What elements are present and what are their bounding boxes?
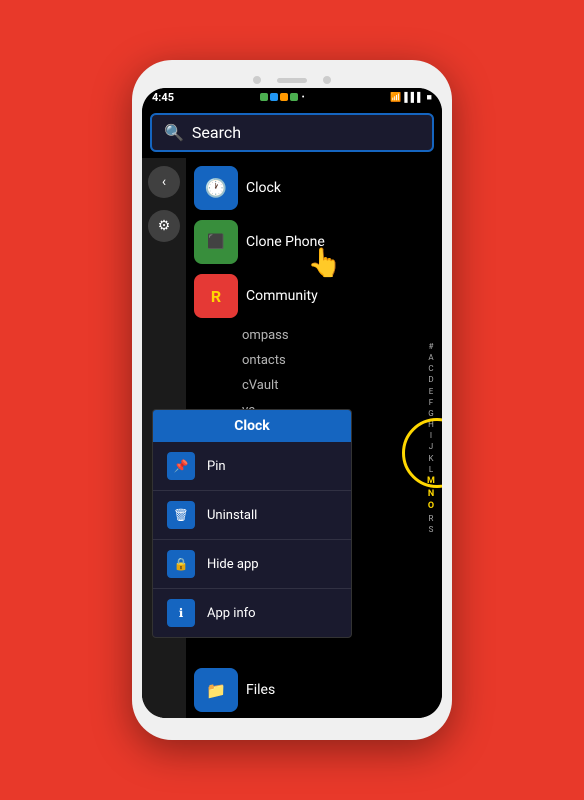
hide-icon-symbol: 🔒 bbox=[174, 557, 189, 571]
context-menu: Clock 📌 Pin 🗑 Uninstall 🔒 bbox=[152, 409, 352, 638]
partial-app-3: cVault bbox=[242, 378, 278, 393]
alpha-l[interactable]: L bbox=[429, 464, 433, 475]
search-input-box[interactable]: 🔍 Search bbox=[150, 113, 434, 152]
alpha-j[interactable]: J bbox=[429, 441, 433, 452]
status-icons: • bbox=[260, 93, 305, 103]
context-menu-item-appinfo[interactable]: ℹ App info bbox=[153, 589, 351, 637]
community-icon-symbol: R bbox=[211, 287, 221, 306]
status-dot-label: • bbox=[302, 93, 305, 103]
list-item: cVault bbox=[190, 374, 438, 397]
alpha-n[interactable]: N bbox=[428, 488, 434, 501]
clone-app-name: Clone Phone bbox=[246, 234, 325, 250]
alpha-g[interactable]: G bbox=[428, 408, 433, 419]
pin-icon-symbol: 📌 bbox=[174, 459, 189, 473]
files-app-name: Files bbox=[246, 682, 275, 698]
clock-app-icon: 🕐 bbox=[194, 166, 238, 210]
uninstall-label: Uninstall bbox=[207, 508, 257, 523]
alpha-r[interactable]: R bbox=[429, 513, 434, 524]
app-list-area: ‹ ⚙ 🕐 Clock ⬛ bbox=[142, 158, 442, 718]
list-item: ontacts bbox=[190, 349, 438, 372]
phone-container: 4:45 • 📶 ▌▌▌ ■ 🔍 Search bbox=[132, 60, 452, 740]
phone-top-bar bbox=[142, 70, 442, 88]
app-info-icon-symbol: ℹ bbox=[179, 606, 184, 620]
clone-app-icon: ⬛ bbox=[194, 220, 238, 264]
context-menu-item-pin[interactable]: 📌 Pin bbox=[153, 442, 351, 491]
status-icon-1 bbox=[260, 93, 268, 101]
back-button[interactable]: ‹ bbox=[148, 166, 180, 198]
app-info-icon: ℹ bbox=[167, 599, 195, 627]
alpha-hash[interactable]: # bbox=[429, 341, 434, 352]
alpha-m[interactable]: M bbox=[427, 475, 435, 488]
status-time: 4:45 bbox=[152, 91, 174, 104]
search-bar[interactable]: 🔍 Search bbox=[142, 107, 442, 158]
pin-label: Pin bbox=[207, 459, 226, 474]
status-icon-3 bbox=[280, 93, 288, 101]
clock-app-name: Clock bbox=[246, 180, 281, 196]
search-icon: 🔍 bbox=[164, 123, 184, 142]
clone-icon-symbol: ⬛ bbox=[207, 234, 224, 250]
context-menu-title: Clock bbox=[153, 410, 351, 442]
uninstall-icon-symbol: 🗑 bbox=[173, 508, 188, 522]
status-battery: ■ bbox=[427, 92, 432, 103]
phone-speaker bbox=[277, 78, 307, 83]
list-item[interactable]: R Community bbox=[190, 270, 438, 322]
status-icon-4 bbox=[290, 93, 298, 101]
phone-camera-right bbox=[323, 76, 331, 84]
phone-camera bbox=[253, 76, 261, 84]
files-app-icon: 📁 bbox=[194, 668, 238, 712]
alpha-e[interactable]: E bbox=[429, 386, 434, 397]
back-icon: ‹ bbox=[162, 174, 166, 190]
list-item: ompass bbox=[190, 324, 438, 347]
search-text: Search bbox=[192, 123, 241, 142]
app-info-label: App info bbox=[207, 606, 256, 621]
list-item[interactable]: 🕐 Clock bbox=[190, 162, 438, 214]
clock-icon-symbol: 🕐 bbox=[205, 178, 227, 199]
context-menu-item-hide[interactable]: 🔒 Hide app bbox=[153, 540, 351, 589]
list-item[interactable]: ⬛ Clone Phone bbox=[190, 216, 438, 268]
alphabet-bar[interactable]: # A C D E F G H I J K L M N O R S bbox=[422, 158, 440, 718]
alpha-i[interactable]: I bbox=[430, 430, 432, 441]
alpha-o[interactable]: O bbox=[428, 500, 434, 513]
alpha-h[interactable]: H bbox=[428, 419, 434, 430]
context-menu-item-uninstall[interactable]: 🗑 Uninstall bbox=[153, 491, 351, 540]
status-bar: 4:45 • 📶 ▌▌▌ ■ bbox=[142, 88, 442, 107]
pin-icon: 📌 bbox=[167, 452, 195, 480]
uninstall-icon: 🗑 bbox=[167, 501, 195, 529]
alpha-c[interactable]: C bbox=[428, 363, 433, 374]
settings-button[interactable]: ⚙ bbox=[148, 210, 180, 242]
alpha-d[interactable]: D bbox=[428, 374, 433, 385]
files-icon-symbol: 📁 bbox=[206, 681, 226, 700]
hide-app-icon: 🔒 bbox=[167, 550, 195, 578]
settings-icon: ⚙ bbox=[158, 218, 171, 234]
partial-app-2: ontacts bbox=[242, 353, 286, 368]
community-app-name: Community bbox=[246, 288, 318, 304]
status-signal: ▌▌▌ bbox=[404, 92, 423, 103]
phone-screen: 4:45 • 📶 ▌▌▌ ■ 🔍 Search bbox=[142, 88, 442, 718]
status-right: 📶 ▌▌▌ ■ bbox=[390, 92, 432, 103]
alpha-k[interactable]: K bbox=[428, 453, 433, 464]
partial-app-1: ompass bbox=[242, 328, 289, 343]
hide-app-label: Hide app bbox=[207, 557, 259, 572]
alpha-s[interactable]: S bbox=[429, 524, 434, 535]
list-item[interactable]: 📁 Files bbox=[186, 664, 279, 716]
alpha-f[interactable]: F bbox=[429, 397, 433, 408]
status-icon-2 bbox=[270, 93, 278, 101]
community-app-icon: R bbox=[194, 274, 238, 318]
alpha-a[interactable]: A bbox=[428, 352, 433, 363]
status-wifi: 📶 bbox=[390, 93, 401, 103]
